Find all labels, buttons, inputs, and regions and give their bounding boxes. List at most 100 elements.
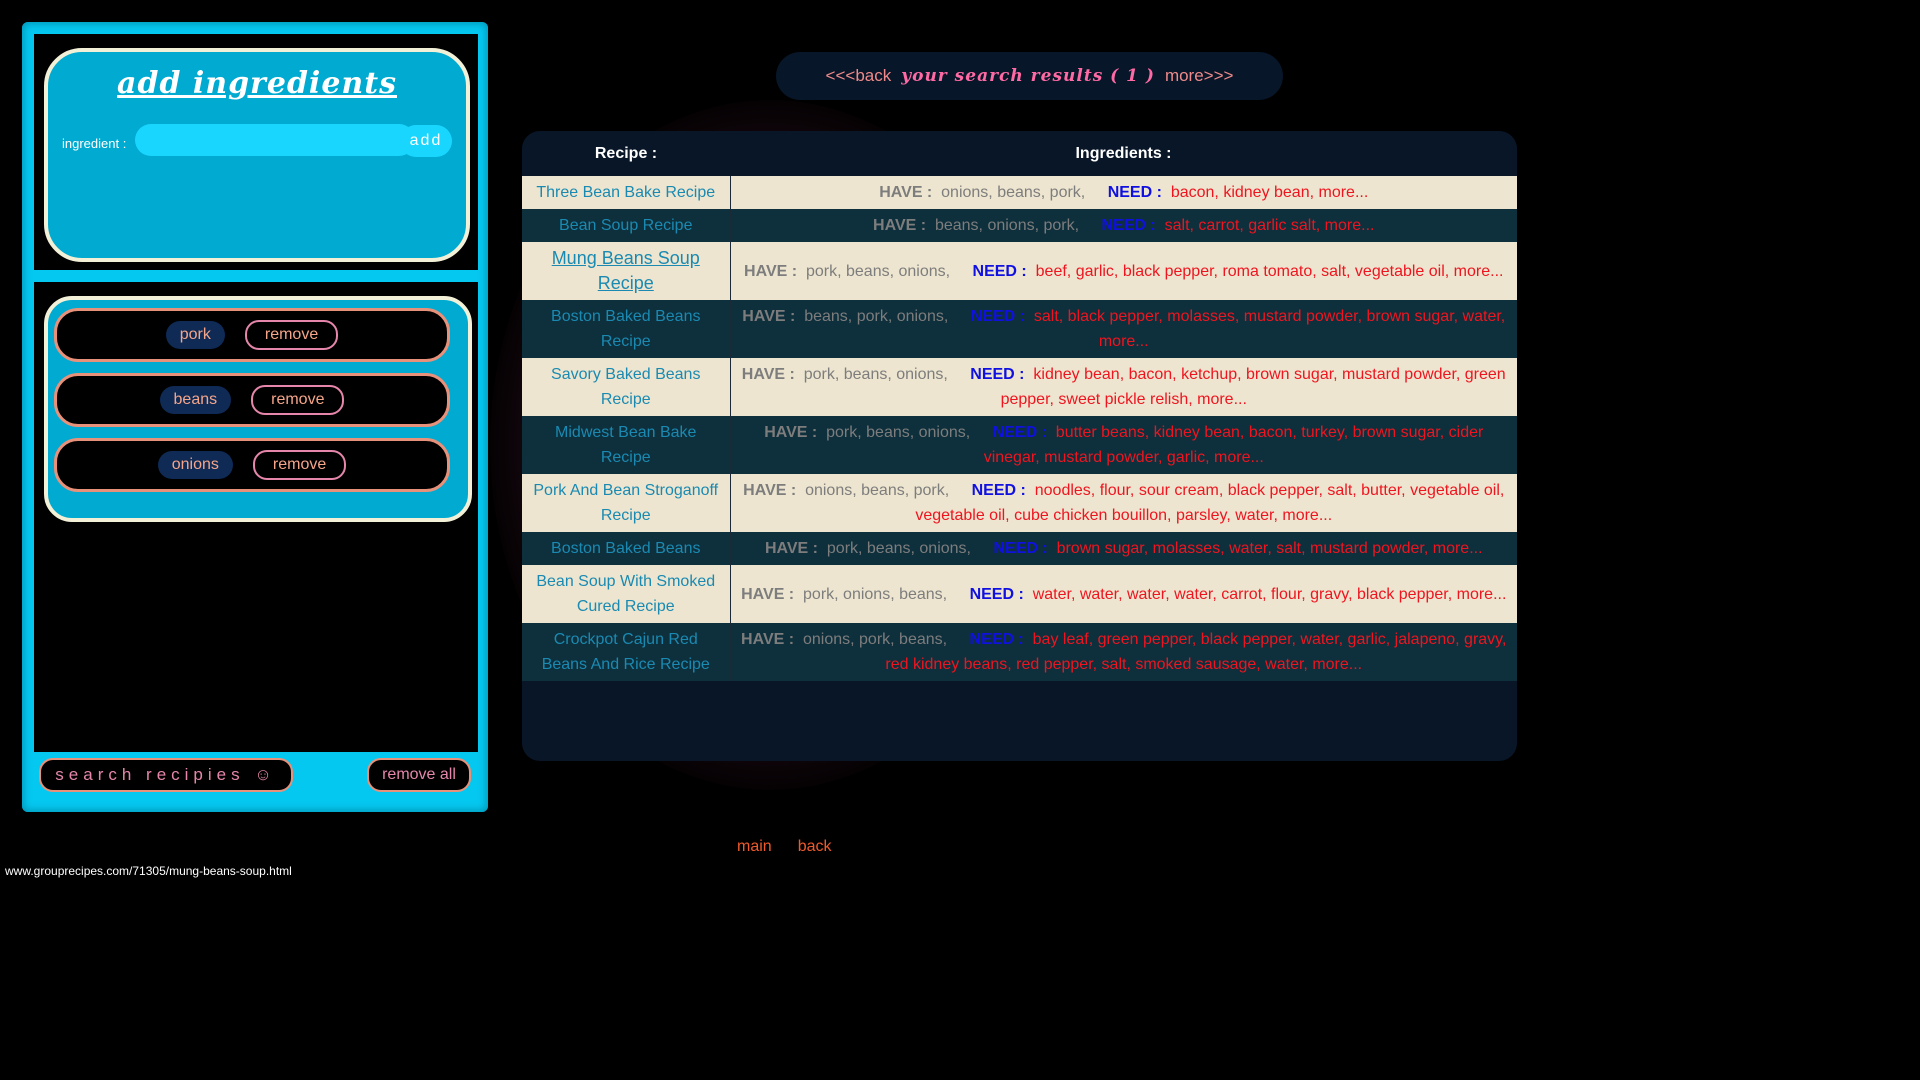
table-row: Bean Soup Recipe HAVE : beans, onions, p… — [522, 209, 1517, 242]
have-list: onions, beans, pork, — [941, 184, 1086, 201]
ingredients-cell: HAVE : beans, pork, onions, NEED : salt,… — [730, 300, 1517, 358]
remove-button[interactable]: remove — [251, 385, 345, 415]
ingredient-name: onions — [157, 451, 233, 479]
have-label: HAVE : — [741, 585, 795, 603]
table-row: Midwest Bean Bake Recipe HAVE : pork, be… — [522, 416, 1517, 474]
ingredient-input[interactable] — [135, 124, 415, 156]
remove-all-button[interactable]: remove all — [367, 758, 471, 792]
remove-button[interactable]: remove — [252, 450, 347, 480]
need-label: NEED : — [1107, 184, 1162, 201]
have-list: beans, onions, pork, — [934, 217, 1080, 234]
need-list: salt, carrot, garlic salt, more... — [1164, 217, 1375, 234]
have-list: pork, beans, onions, — [803, 366, 948, 383]
search-recipes-button[interactable]: search recipies ☺ — [39, 758, 293, 792]
footer-back-link[interactable]: back — [798, 838, 832, 856]
ingredient-list-section: pork remove beans remove onions remove — [34, 282, 478, 752]
add-ingredients-card: add ingredients ingredient : add — [44, 48, 470, 262]
add-ingredients-title: add ingredients — [117, 66, 397, 101]
remove-button[interactable]: remove — [244, 320, 339, 350]
table-row: Savory Baked Beans Recipe HAVE : pork, b… — [522, 358, 1517, 416]
results-header: <<<back your search results ( 1 ) more>>… — [776, 52, 1283, 100]
need-list: brown sugar, molasses, water, salt, must… — [1056, 540, 1483, 557]
table-header-row: Recipe : Ingredients : — [522, 131, 1517, 176]
need-list: beef, garlic, black pepper, roma tomato,… — [1035, 262, 1504, 280]
have-label: HAVE : — [764, 540, 818, 557]
need-label: NEED : — [993, 540, 1048, 557]
need-list: water, water, water, water, carrot, flou… — [1032, 585, 1507, 603]
results-table: Recipe : Ingredients : Three Bean Bake R… — [522, 131, 1517, 761]
add-button[interactable]: add — [400, 125, 452, 157]
recipe-link[interactable]: Midwest Bean Bake Recipe — [522, 416, 731, 474]
more-link[interactable]: more>>> — [1165, 66, 1234, 86]
need-label: NEED : — [970, 366, 1025, 383]
need-label: NEED : — [969, 631, 1024, 648]
ingredient-label: ingredient : — [62, 136, 127, 151]
have-list: pork, beans, onions, — [826, 540, 971, 557]
table-row: Pork And Bean Stroganoff Recipe HAVE : o… — [522, 474, 1517, 532]
need-label: NEED : — [969, 585, 1024, 603]
back-link[interactable]: <<<back — [826, 66, 892, 86]
table-row: Three Bean Bake Recipe HAVE : onions, be… — [522, 176, 1517, 209]
have-label: HAVE : — [744, 262, 798, 280]
have-list: pork, beans, onions, — [805, 262, 951, 280]
table-row: Bean Soup With Smoked Cured Recipe HAVE … — [522, 565, 1517, 623]
ingredient-item: beans remove — [54, 373, 450, 427]
need-list: bacon, kidney bean, more... — [1170, 184, 1369, 201]
need-label: NEED : — [970, 308, 1025, 325]
have-label: HAVE : — [764, 424, 818, 441]
main-link[interactable]: main — [737, 838, 772, 856]
status-bar-url: www.grouprecipes.com/71305/mung-beans-so… — [5, 864, 292, 878]
have-label: HAVE : — [742, 308, 796, 325]
ingredients-panel: add ingredients ingredient : add pork re… — [22, 22, 488, 812]
have-label: HAVE : — [741, 631, 795, 648]
header-ingredients: Ingredients : — [730, 131, 1517, 176]
table-row: Boston Baked Beans HAVE : pork, beans, o… — [522, 532, 1517, 565]
ingredients-cell: HAVE : onions, pork, beans, NEED : bay l… — [730, 623, 1517, 681]
recipe-link[interactable]: Bean Soup Recipe — [522, 209, 731, 242]
recipe-link[interactable]: Savory Baked Beans Recipe — [522, 358, 731, 416]
need-list: salt, black pepper, molasses, mustard po… — [1033, 308, 1506, 350]
have-label: HAVE : — [879, 184, 933, 201]
ingredient-name: beans — [159, 386, 232, 414]
ingredients-cell: HAVE : pork, onions, beans, NEED : water… — [730, 565, 1517, 623]
ingredient-item: pork remove — [54, 308, 450, 362]
need-label: NEED : — [1101, 217, 1156, 234]
have-label: HAVE : — [873, 217, 927, 234]
need-list: butter beans, kidney bean, bacon, turkey… — [983, 424, 1484, 466]
need-label: NEED : — [972, 262, 1027, 280]
ingredient-item: onions remove — [54, 438, 450, 492]
ingredients-cell: HAVE : pork, beans, onions, NEED : kidne… — [730, 358, 1517, 416]
ingredients-cell: HAVE : beans, onions, pork, NEED : salt,… — [730, 209, 1517, 242]
need-label: NEED : — [971, 482, 1026, 499]
ingredient-name: pork — [165, 321, 225, 349]
recipe-link-hovered[interactable]: Mung Beans Soup Recipe — [522, 242, 731, 300]
have-list: pork, onions, beans, — [803, 585, 948, 603]
ingredients-cell: HAVE : pork, beans, onions, NEED : beef,… — [730, 242, 1517, 300]
table-row: Mung Beans Soup Recipe HAVE : pork, bean… — [522, 242, 1517, 300]
table-row: Boston Baked Beans Recipe HAVE : beans, … — [522, 300, 1517, 358]
have-label: HAVE : — [741, 366, 795, 383]
need-list: kidney bean, bacon, ketchup, brown sugar… — [1000, 366, 1506, 408]
recipe-link[interactable]: Bean Soup With Smoked Cured Recipe — [522, 565, 731, 623]
have-list: onions, beans, pork, — [805, 482, 950, 499]
ingredients-cell: HAVE : onions, beans, pork, NEED : bacon… — [730, 176, 1517, 209]
recipe-link[interactable]: Three Bean Bake Recipe — [522, 176, 731, 209]
ingredients-cell: HAVE : pork, beans, onions, NEED : brown… — [730, 532, 1517, 565]
recipe-link[interactable]: Pork And Bean Stroganoff Recipe — [522, 474, 731, 532]
add-ingredients-section: add ingredients ingredient : add — [34, 34, 478, 270]
table-row: Crockpot Cajun Red Beans And Rice Recipe… — [522, 623, 1517, 681]
ingredients-cell: HAVE : onions, beans, pork, NEED : noodl… — [730, 474, 1517, 532]
have-list: pork, beans, onions, — [826, 424, 971, 441]
have-label: HAVE : — [743, 482, 797, 499]
header-recipe: Recipe : — [522, 131, 730, 176]
recipe-link[interactable]: Boston Baked Beans Recipe — [522, 300, 731, 358]
ingredient-list: pork remove beans remove onions remove — [44, 296, 472, 522]
results-title: your search results ( 1 ) — [901, 66, 1155, 86]
ingredients-cell: HAVE : pork, beans, onions, NEED : butte… — [730, 416, 1517, 474]
recipe-link[interactable]: Boston Baked Beans — [522, 532, 731, 565]
footer-nav: main back — [737, 838, 831, 856]
have-list: onions, pork, beans, — [802, 631, 948, 648]
recipe-link[interactable]: Crockpot Cajun Red Beans And Rice Recipe — [522, 623, 731, 681]
have-list: beans, pork, onions, — [804, 308, 949, 325]
need-label: NEED : — [992, 424, 1047, 441]
